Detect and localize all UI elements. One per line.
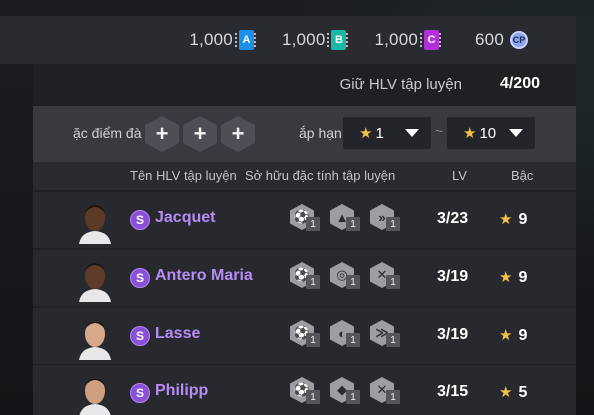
star-icon: ★ (499, 384, 513, 401)
trait-badge[interactable]: ◐ 1 (330, 320, 364, 352)
trait-filter-label: ặc điểm đà (73, 125, 142, 141)
trait-level: 1 (306, 275, 320, 289)
coach-avatar (75, 314, 115, 360)
currency-c: 1,000 C (374, 30, 442, 50)
coach-name: Lasse (155, 325, 201, 342)
currency-a-icon: A (234, 30, 256, 50)
cp-coin-icon: CP (510, 31, 528, 49)
column-header-traits: Sở hữu đặc tính tập luyện (245, 168, 396, 183)
coach-name: Jacquet (155, 209, 216, 226)
star-icon: ★ (499, 211, 513, 228)
rank-s-badge: S (130, 383, 150, 403)
rank-s-badge: S (130, 268, 150, 288)
coach-grade: ★ 9 (499, 268, 527, 287)
currency-b-icon: B (327, 30, 349, 50)
caret-down-icon (405, 129, 419, 137)
coach-lv: 3/23 (437, 210, 469, 227)
trait-badge[interactable]: » 1 (370, 204, 404, 236)
trait-slot-2-add-button[interactable]: + (183, 116, 217, 152)
trait-level: 1 (386, 275, 400, 289)
rank-s-badge: S (130, 210, 150, 230)
trait-badge[interactable]: ◎ 1 (330, 262, 364, 294)
trait-level: 1 (306, 390, 320, 404)
currency-cp-value: 600 (475, 30, 504, 49)
trait-list: ⚽ 1 ◎ 1 ✕ 1 (290, 262, 404, 294)
coach-grade-value: 9 (518, 327, 528, 344)
coach-lv: 3/19 (437, 326, 469, 343)
trait-list: ⚽ 1 ▲ 1 » 1 (290, 204, 404, 236)
trait-slot-1-add-button[interactable]: + (145, 116, 179, 152)
coach-grade: ★ 9 (499, 326, 527, 345)
trait-slot-3-add-button[interactable]: + (221, 116, 255, 152)
trait-badge[interactable]: ⚽ 1 (290, 320, 324, 352)
coach-list-panel: Giữ HLV tập luyện 4/200 ặc điểm đà + + +… (33, 64, 576, 415)
coach-grade: ★ 9 (499, 210, 527, 229)
currency-a: 1,000 A (189, 30, 256, 50)
coach-avatar (75, 256, 115, 302)
table-row[interactable]: S Jacquet ⚽ 1 ▲ 1 » 1 3/23 ★ 9 (33, 192, 576, 248)
coach-count-label: Giữ HLV tập luyện (339, 75, 462, 93)
coach-grade-value: 5 (518, 384, 528, 401)
trait-level: 1 (346, 333, 360, 347)
trait-level: 1 (386, 390, 400, 404)
currency-cp: 600 CP (475, 30, 528, 50)
table-row[interactable]: S Lasse ⚽ 1 ◐ 1 ≫ 1 3/19 ★ 9 (33, 308, 576, 364)
range-separator: ~ (435, 123, 444, 139)
trait-badge[interactable]: ⚽ 1 (290, 377, 324, 409)
trait-badge[interactable]: ✕ 1 (370, 377, 404, 409)
trait-badge[interactable]: ⚽ 1 (290, 204, 324, 236)
coach-avatar (75, 198, 115, 244)
currency-c-icon: C (420, 30, 442, 50)
trait-level: 1 (386, 333, 400, 347)
trait-badge[interactable]: ▲ 1 (330, 204, 364, 236)
star-icon: ★ (359, 125, 373, 142)
trait-level: 1 (346, 217, 360, 231)
trait-level: 1 (306, 333, 320, 347)
min-star-value: 1 (375, 124, 384, 142)
max-star-value: 10 (479, 124, 497, 142)
trait-level: 1 (386, 217, 400, 231)
trait-badge[interactable]: ◆ 1 (330, 377, 364, 409)
coach-name: Antero Maria (155, 267, 253, 284)
trait-badge[interactable]: ✕ 1 (370, 262, 404, 294)
currency-c-value: 1,000 (374, 30, 419, 49)
min-star-dropdown[interactable]: ★ 1 (343, 117, 431, 149)
coach-count-row: Giữ HLV tập luyện 4/200 (33, 64, 576, 104)
rank-s-badge: S (130, 326, 150, 346)
coach-count-value: 4/200 (499, 75, 540, 92)
trait-level: 1 (346, 390, 360, 404)
trait-list: ⚽ 1 ◆ 1 ✕ 1 (290, 377, 404, 409)
column-header-name[interactable]: Tên HLV tập luyện (130, 168, 237, 183)
sort-label: ắp hạn (299, 125, 342, 141)
column-header-grade[interactable]: Bậc (511, 168, 533, 183)
currency-b-value: 1,000 (281, 30, 326, 49)
star-icon: ★ (463, 125, 477, 142)
filter-bar: ặc điểm đà + + + ắp hạn ★ 1 ~ ★ 10 (33, 106, 576, 162)
caret-down-icon (509, 129, 523, 137)
trait-level: 1 (306, 217, 320, 231)
coach-grade: ★ 5 (499, 383, 527, 402)
currency-bar: 1,000 A 1,000 B 1,000 C 600 CP (0, 16, 576, 64)
coach-avatar (75, 371, 115, 415)
column-header-lv[interactable]: LV (452, 168, 467, 183)
table-row[interactable]: S Antero Maria ⚽ 1 ◎ 1 ✕ 1 3/19 ★ 9 (33, 250, 576, 306)
trait-badge[interactable]: ≫ 1 (370, 320, 404, 352)
table-header: Tên HLV tập luyện Sở hữu đặc tính tập lu… (33, 162, 576, 190)
coach-grade-value: 9 (518, 269, 528, 286)
trait-badge[interactable]: ⚽ 1 (290, 262, 324, 294)
table-row[interactable]: S Philipp ⚽ 1 ◆ 1 ✕ 1 3/15 ★ 5 (33, 365, 576, 415)
currency-a-value: 1,000 (189, 30, 233, 49)
coach-lv: 3/15 (437, 383, 469, 400)
trait-list: ⚽ 1 ◐ 1 ≫ 1 (290, 320, 404, 352)
trait-level: 1 (346, 275, 360, 289)
max-star-dropdown[interactable]: ★ 10 (447, 117, 535, 149)
coach-name: Philipp (155, 382, 209, 399)
coach-grade-value: 9 (518, 211, 528, 228)
currency-b: 1,000 B (281, 30, 349, 50)
star-icon: ★ (499, 269, 513, 286)
star-icon: ★ (499, 327, 513, 344)
coach-lv: 3/19 (437, 268, 469, 285)
